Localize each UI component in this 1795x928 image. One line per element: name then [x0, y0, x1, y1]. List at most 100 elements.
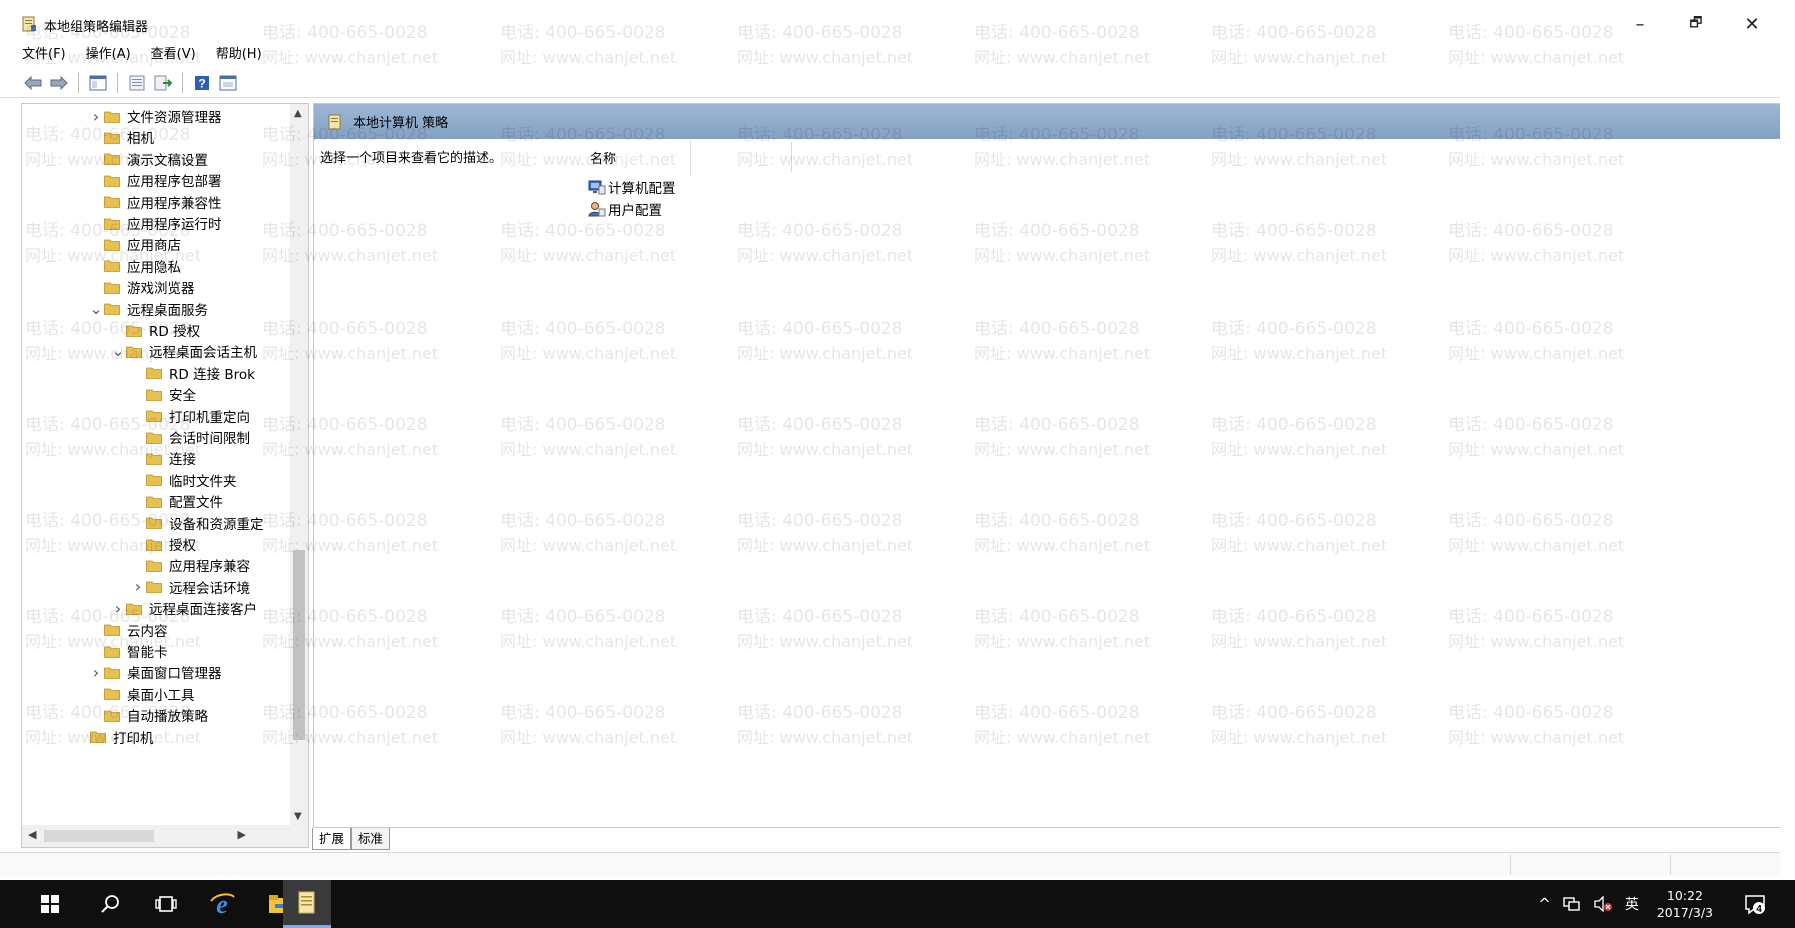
tree-node[interactable]: 相机 [88, 125, 154, 149]
folder-icon [146, 539, 162, 551]
folder-icon [104, 710, 120, 722]
tree-node[interactable]: 应用隐私 [88, 254, 181, 278]
user-config-icon [588, 202, 606, 217]
collapsed-chevron-icon[interactable]: › [110, 599, 126, 618]
tree-node[interactable]: 安全 [130, 382, 196, 406]
tab-standard[interactable]: 标准 [351, 828, 391, 850]
scroll-right-icon[interactable]: ▶ [238, 828, 246, 841]
help-icon[interactable]: ? [191, 72, 213, 94]
tab-extended[interactable]: 扩展 [312, 828, 352, 850]
tree-node[interactable]: RD 连接 Brok [130, 361, 255, 385]
tree-node[interactable]: 连接 [130, 446, 196, 470]
tree-node-label: 连接 [169, 452, 196, 469]
tree-node[interactable]: 应用程序包部署 [88, 168, 222, 192]
tree-node[interactable]: 应用程序运行时 [88, 211, 222, 235]
tree-node[interactable]: 打印机 [74, 725, 154, 749]
maximize-button[interactable]: 🗗 [1668, 6, 1724, 42]
list-item-computer-config[interactable]: 计算机配置 [588, 176, 676, 198]
tree-node[interactable]: ⌄ 远程桌面服务 [88, 297, 208, 321]
tree-node[interactable]: 桌面小工具 [88, 682, 195, 706]
ie-browser-icon[interactable]: e [196, 880, 248, 928]
title-bar[interactable]: 本地组策略编辑器 – 🗗 ✕ [0, 0, 1780, 46]
notification-center-icon[interactable]: 4 [1735, 893, 1775, 915]
menu-help[interactable]: 帮助(H) [216, 44, 262, 66]
tree-horizontal-scrollbar[interactable]: ◀ ▶ [22, 825, 308, 847]
tree-node[interactable]: 授权 [130, 532, 196, 556]
network-icon[interactable] [1563, 896, 1581, 912]
scroll-left-icon[interactable]: ◀ [28, 828, 36, 841]
tree-node[interactable]: 云内容 [88, 618, 168, 642]
console-icon[interactable] [217, 72, 239, 94]
volume-muted-icon[interactable] [1593, 896, 1613, 912]
tree-node-label: 应用程序包部署 [127, 174, 222, 191]
tray-chevron-icon[interactable]: ^ [1538, 895, 1551, 913]
tree-node[interactable]: › 远程会话环境 [130, 575, 250, 599]
tree-node[interactable]: 应用程序兼容 [130, 553, 250, 577]
export-list-icon[interactable] [152, 72, 174, 94]
tree-node[interactable]: 设备和资源重定 [130, 511, 264, 535]
task-view-icon[interactable] [140, 880, 192, 928]
toolbar-separator [182, 73, 183, 93]
list-item-label: 用户配置 [608, 203, 662, 219]
tree-node[interactable]: 智能卡 [88, 639, 168, 663]
scroll-thumb[interactable] [293, 550, 305, 740]
details-header-title: 本地计算机 策略 [353, 116, 449, 131]
tree-node[interactable]: 临时文件夹 [130, 468, 237, 492]
tree-node-label: 游戏浏览器 [127, 281, 195, 298]
tree-node[interactable]: 配置文件 [130, 489, 223, 513]
collapsed-chevron-icon[interactable]: › [130, 577, 146, 596]
folder-icon [146, 389, 162, 401]
expanded-chevron-icon[interactable]: ⌄ [88, 301, 104, 316]
folder-icon [126, 325, 142, 337]
column-header-name[interactable]: 名称 [590, 148, 800, 168]
group-policy-editor-icon[interactable] [283, 880, 331, 928]
clock-date: 2017/3/3 [1656, 905, 1713, 920]
scroll-up-icon[interactable]: ▲ [294, 108, 302, 119]
properties-icon[interactable] [126, 72, 148, 94]
notification-count: 4 [1756, 904, 1762, 915]
windows-start-icon[interactable] [24, 880, 76, 928]
tree-node[interactable]: › 桌面窗口管理器 [88, 660, 222, 684]
group-policy-editor-window: 本地组策略编辑器 – 🗗 ✕ 文件(F) 操作(A) 查看(V) 帮助(H) ?… [0, 0, 1780, 880]
tree-vertical-scrollbar[interactable]: ▲ ▼ [290, 104, 308, 826]
collapsed-chevron-icon[interactable]: › [88, 663, 104, 682]
scroll-down-icon[interactable]: ▼ [294, 811, 302, 822]
tree-pane[interactable]: › 文件资源管理器 相机 演示文稿设置应用程序包部署 应用程序兼容性 应用程序运行时 应用商… [21, 103, 309, 848]
forward-arrow-icon[interactable] [48, 72, 70, 94]
collapsed-chevron-icon[interactable]: › [88, 107, 104, 126]
tree-node[interactable]: › 文件资源管理器 [88, 104, 222, 128]
tree-node[interactable]: 自动播放策略 [88, 703, 208, 727]
column-divider[interactable] [791, 142, 792, 172]
show-hide-tree-icon[interactable] [87, 72, 109, 94]
svg-text:?: ? [198, 77, 205, 91]
tree-node[interactable]: ⌄ 远程桌面会话主机 [110, 339, 257, 363]
scroll-thumb-horizontal[interactable] [44, 830, 154, 842]
tree-node-label: 远程桌面会话主机 [149, 345, 257, 362]
back-arrow-icon[interactable] [22, 72, 44, 94]
tree-node-label: 应用程序兼容性 [127, 195, 222, 212]
tree-node[interactable]: 应用程序兼容性 [88, 190, 222, 214]
menu-view[interactable]: 查看(V) [151, 44, 196, 66]
search-icon[interactable] [84, 880, 136, 928]
ime-indicator[interactable]: 英 [1625, 894, 1639, 914]
folder-icon [104, 624, 120, 636]
menu-file[interactable]: 文件(F) [22, 44, 66, 66]
window-title: 本地组策略编辑器 [44, 20, 149, 35]
tree-node[interactable]: RD 授权 [110, 318, 200, 342]
expanded-chevron-icon[interactable]: ⌄ [110, 344, 126, 359]
tree-node[interactable]: › 远程桌面连接客户 [110, 596, 257, 620]
toolbar: ? [22, 70, 239, 96]
details-pane: 本地计算机 策略 选择一个项目来查看它的描述。 名称 计算机配置 用户配置 [313, 103, 1780, 828]
tree-node[interactable]: 打印机重定向 [130, 404, 250, 428]
close-button[interactable]: ✕ [1724, 6, 1780, 42]
folder-icon [104, 282, 120, 294]
list-item-user-config[interactable]: 用户配置 [588, 198, 662, 220]
tree-node[interactable]: 应用商店 [88, 232, 181, 256]
tree-node[interactable]: 游戏浏览器 [88, 275, 195, 299]
minimize-button[interactable]: – [1612, 6, 1668, 42]
tree-node[interactable]: 演示文稿设置 [88, 147, 208, 171]
tree-node-label: 应用隐私 [127, 259, 181, 276]
menu-action[interactable]: 操作(A) [86, 44, 131, 66]
tree-node[interactable]: 会话时间限制 [130, 425, 250, 449]
taskbar-clock[interactable]: 10:22 2017/3/3 [1657, 887, 1713, 921]
